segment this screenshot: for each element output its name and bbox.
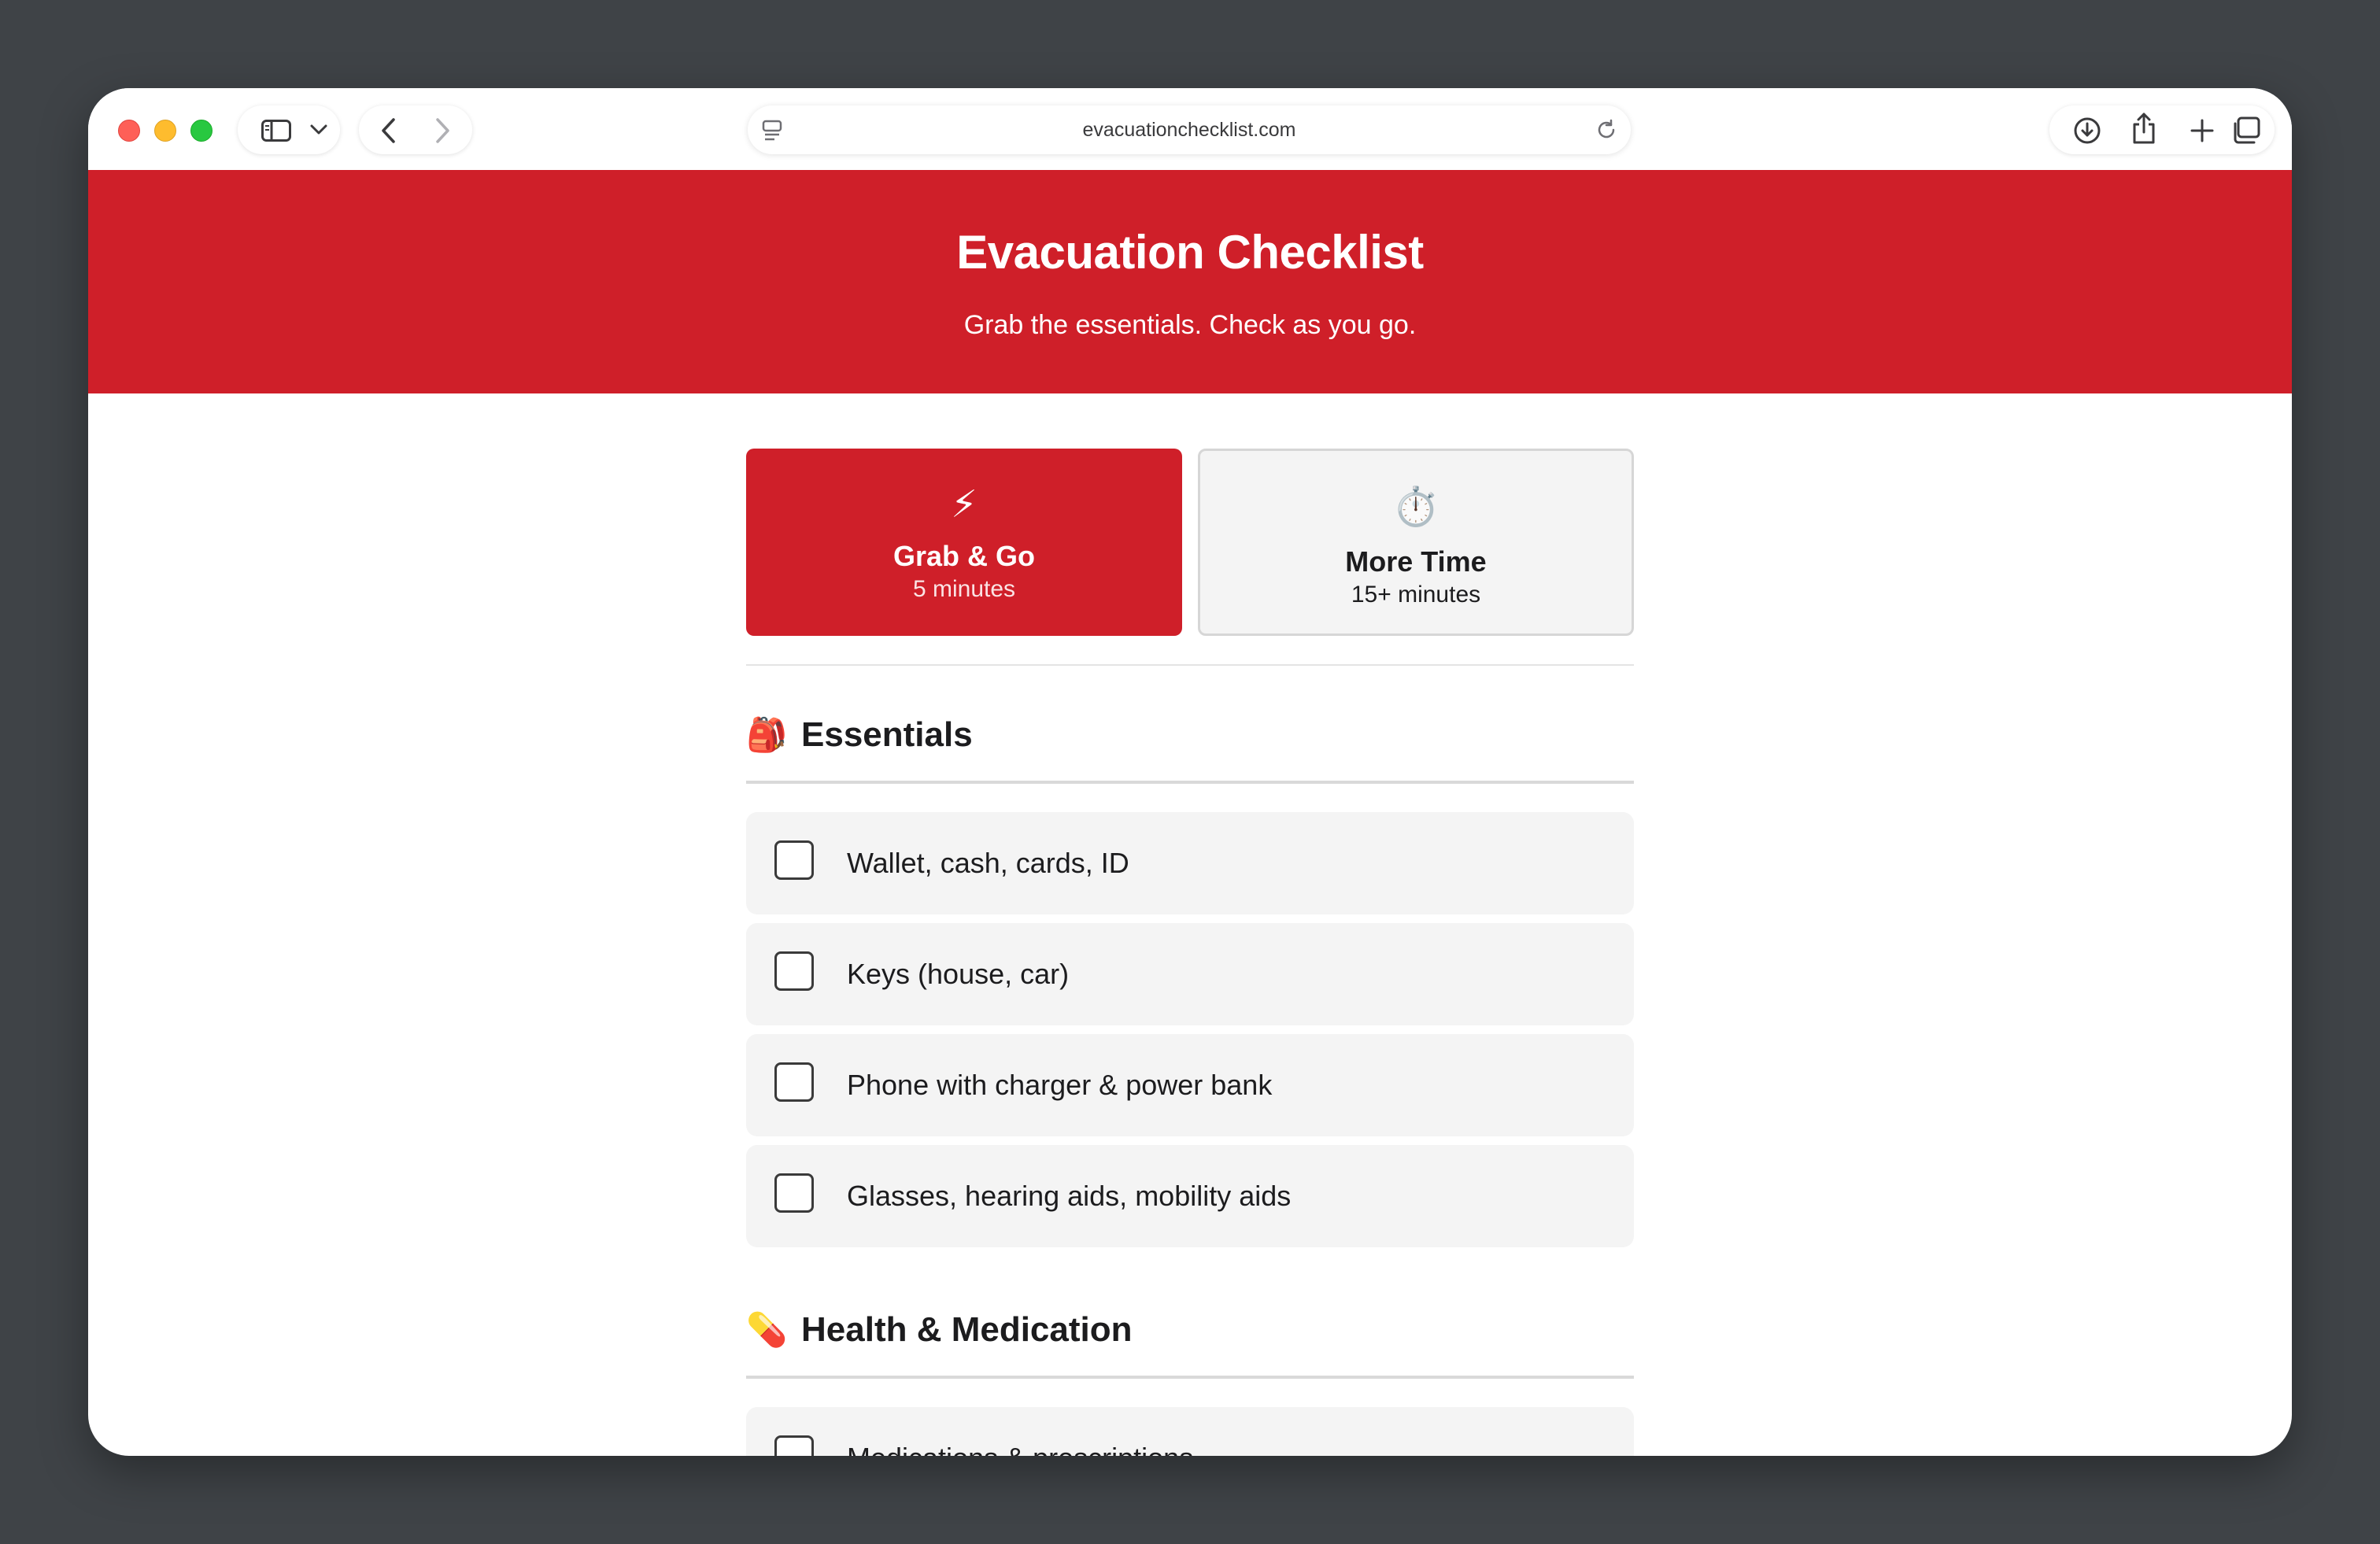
section-divider — [746, 781, 1634, 784]
browser-toolbar: evacuationchecklist.com — [88, 88, 2292, 170]
page-subtitle: Grab the essentials. Check as you go. — [963, 310, 1417, 340]
section-header-health: 💊 Health & Medication — [746, 1306, 1634, 1354]
address-bar[interactable]: evacuationchecklist.com — [748, 105, 1631, 154]
page-title: Evacuation Checklist — [956, 226, 1424, 279]
lightning-icon: ⚡ — [951, 484, 978, 526]
checklist-item-label: Wallet, cash, cards, ID — [847, 847, 1129, 879]
checkbox[interactable] — [774, 1435, 814, 1456]
grab-and-go-button[interactable]: ⚡ Grab & Go 5 minutes — [746, 449, 1182, 636]
mode-duration: 5 minutes — [912, 576, 1016, 602]
new-tab-icon[interactable] — [2190, 118, 2215, 143]
more-time-button[interactable]: ⏱️ More Time 15+ minutes — [1198, 449, 1634, 636]
zoom-window-button[interactable] — [190, 120, 213, 142]
checklist-item[interactable]: Keys (house, car) — [746, 923, 1634, 1025]
checkbox[interactable] — [774, 1173, 814, 1213]
checklist-item-label: Keys (house, car) — [847, 958, 1070, 990]
backpack-icon: 🎒 — [746, 716, 788, 753]
checklist-item-label: Phone with charger & power bank — [847, 1069, 1273, 1101]
divider — [746, 664, 1634, 666]
checklist-item-label: Medications & prescriptions — [847, 1407, 1193, 1456]
minimize-window-button[interactable] — [154, 120, 176, 142]
url-text[interactable]: evacuationchecklist.com — [748, 105, 1631, 154]
mode-label: Grab & Go — [893, 540, 1036, 572]
navigation-group — [359, 105, 472, 154]
hero-banner — [88, 170, 2292, 393]
sidebar-icon[interactable] — [261, 120, 291, 142]
section-title: Essentials — [801, 715, 973, 754]
reload-icon[interactable] — [1595, 118, 1618, 142]
stopwatch-icon: ⏱️ — [1392, 486, 1439, 528]
checklist-item-label: Glasses, hearing aids, mobility aids — [847, 1180, 1292, 1212]
chevron-down-icon[interactable] — [310, 124, 327, 135]
checkbox[interactable] — [774, 1062, 814, 1102]
mode-duration: 15+ minutes — [1351, 582, 1481, 608]
checklist-item[interactable]: Wallet, cash, cards, ID — [746, 812, 1634, 914]
forward-icon[interactable] — [434, 118, 450, 143]
back-icon[interactable] — [381, 118, 397, 143]
checklist-item[interactable]: Phone with charger & power bank — [746, 1034, 1634, 1136]
section-title: Health & Medication — [801, 1310, 1133, 1349]
section-header-essentials: 🎒 Essentials — [746, 711, 1634, 759]
browser-window: evacuationchecklist.com Evacuation Check… — [88, 88, 2292, 1456]
checklist-item[interactable]: Medications & prescriptions — [746, 1407, 1634, 1456]
download-icon[interactable] — [2073, 116, 2101, 145]
checkbox[interactable] — [774, 951, 814, 991]
close-window-button[interactable] — [118, 120, 140, 142]
pill-icon: 💊 — [746, 1311, 788, 1348]
checkbox[interactable] — [774, 840, 814, 880]
checklist-item[interactable]: Glasses, hearing aids, mobility aids — [746, 1145, 1634, 1247]
share-icon[interactable] — [2131, 112, 2156, 145]
tabs-overview-icon[interactable] — [2230, 116, 2260, 145]
mode-label: More Time — [1345, 545, 1487, 578]
section-divider — [746, 1376, 1634, 1379]
